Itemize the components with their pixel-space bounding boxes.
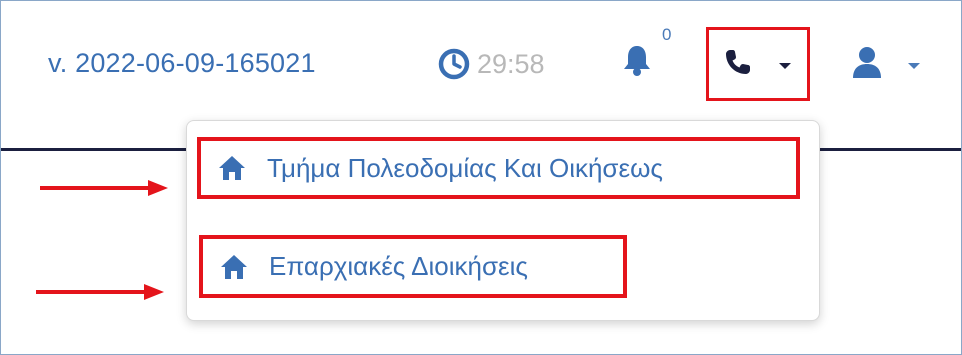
clock-icon <box>438 48 470 80</box>
annotation-arrow <box>36 284 164 300</box>
user-icon[interactable] <box>849 44 885 80</box>
bell-icon[interactable] <box>622 43 652 77</box>
app-version-label: v. 2022-06-09-165021 <box>48 48 316 78</box>
dropdown-item-label: Επαρχιακές Διοικήσεις <box>269 251 528 281</box>
timer-value: 29:58 <box>477 48 545 79</box>
notification-count: 0 <box>662 25 672 44</box>
annotation-arrow <box>40 180 168 196</box>
user-caret-down-icon[interactable] <box>908 63 920 69</box>
dropdown-item-district-administrations[interactable]: Επαρχιακές Διοικήσεις <box>199 235 627 298</box>
phone-icon[interactable] <box>724 48 752 76</box>
home-icon <box>219 156 245 180</box>
home-icon <box>221 254 247 279</box>
phone-dropdown-toggle[interactable] <box>706 27 810 101</box>
caret-down-icon[interactable] <box>779 63 791 69</box>
dropdown-item-label: Τμήμα Πολεοδομίας Και Οικήσεως <box>267 152 663 183</box>
dropdown-item-urban-planning[interactable]: Τμήμα Πολεοδομίας Και Οικήσεως <box>197 137 800 199</box>
session-timer: 29:58 <box>437 47 545 81</box>
